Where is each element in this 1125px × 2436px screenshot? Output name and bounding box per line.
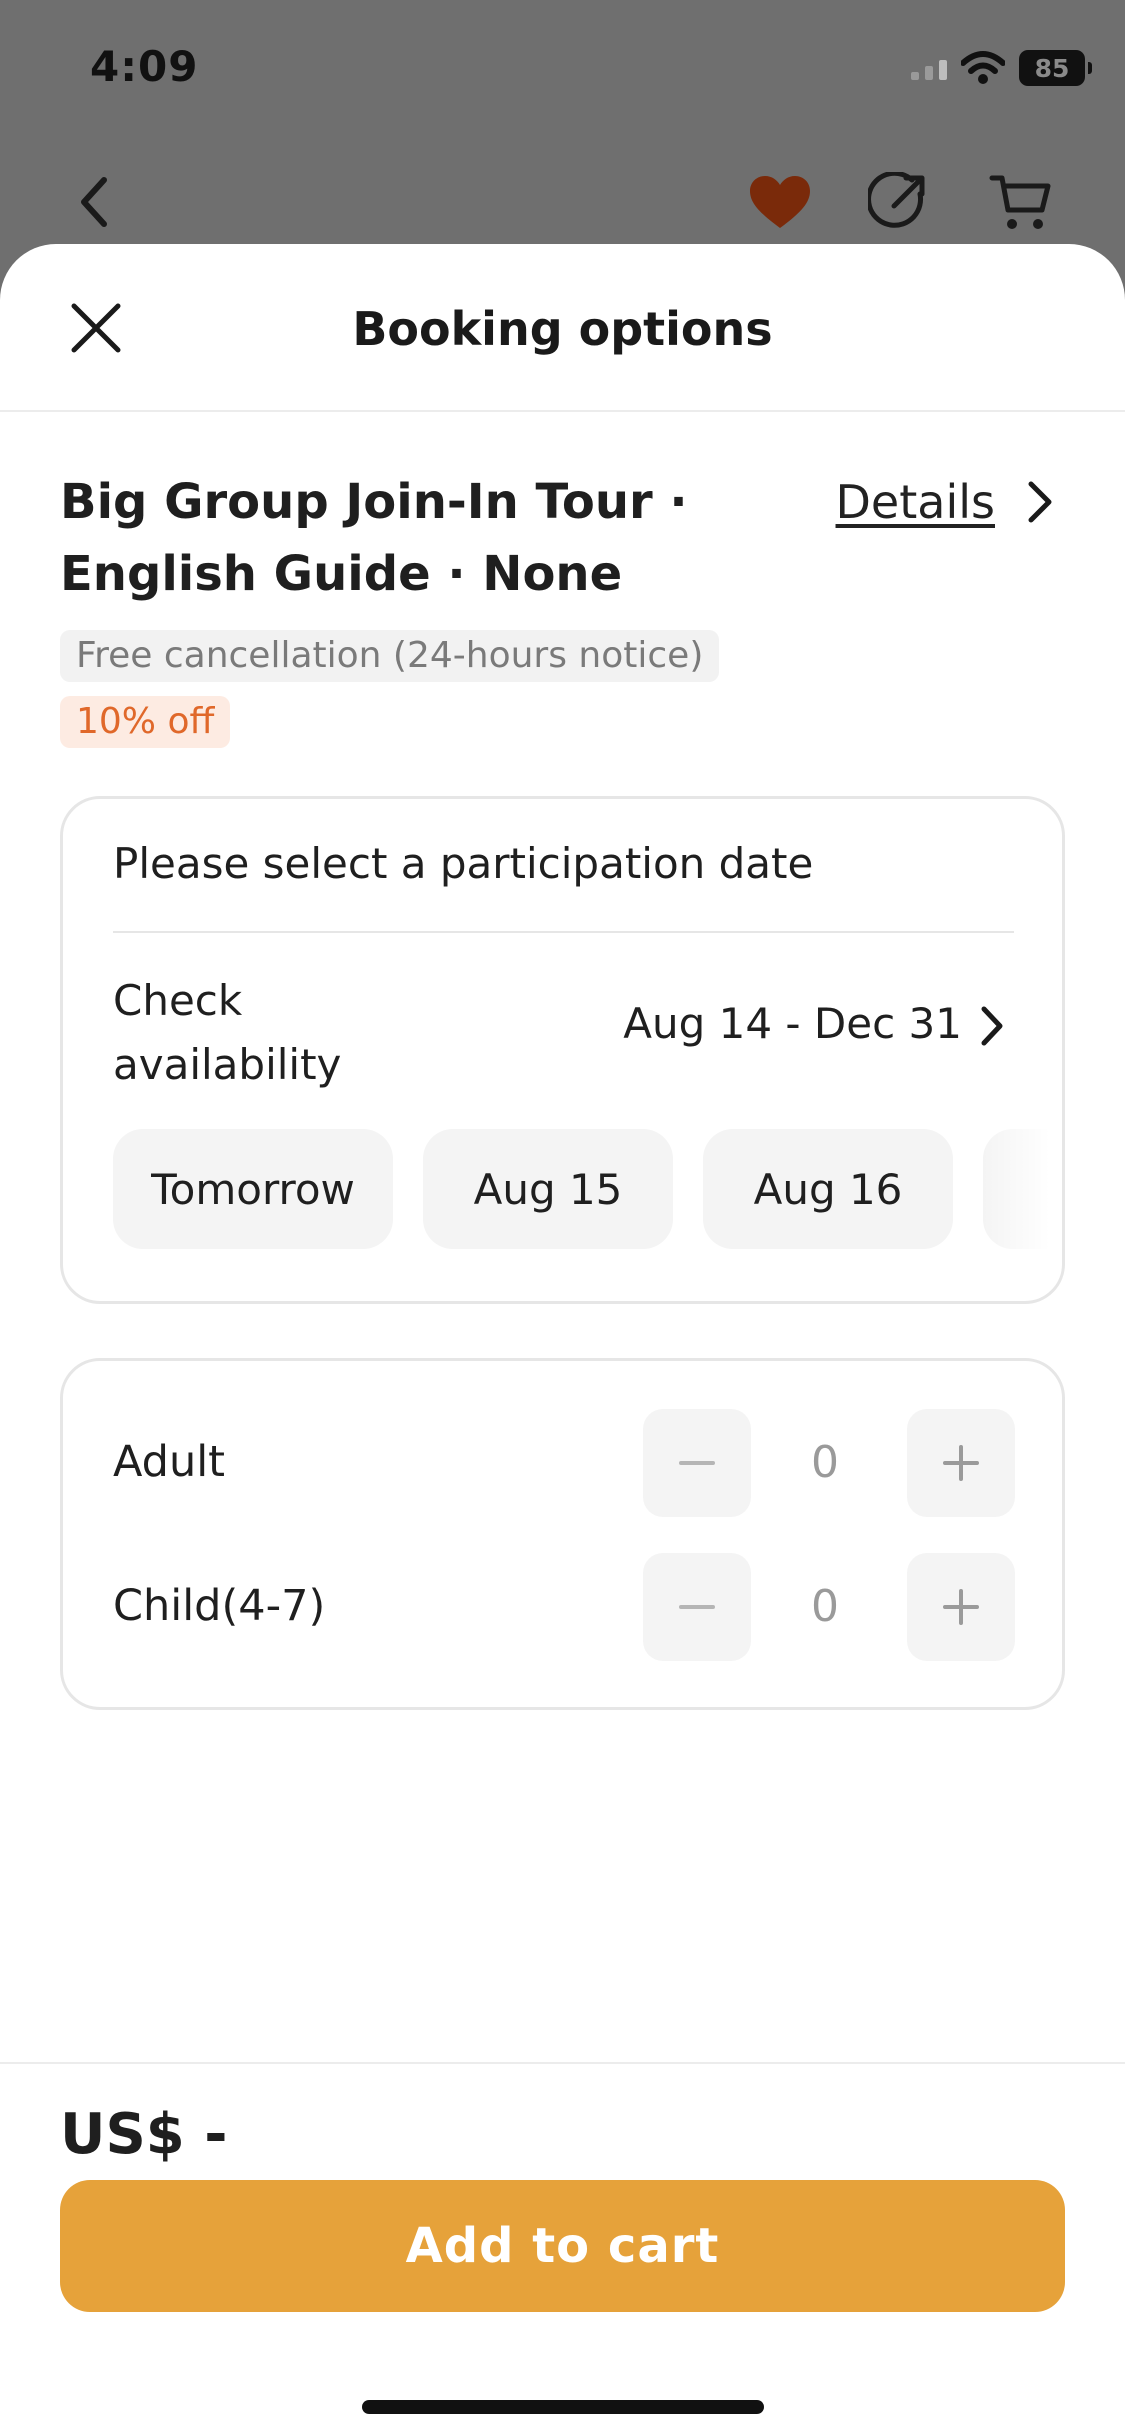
date-chip[interactable]: Aug 15 bbox=[423, 1129, 673, 1249]
package-title: Big Group Join-In Tour · English Guide ·… bbox=[60, 466, 780, 610]
plus-icon bbox=[943, 1589, 979, 1625]
plus-icon bbox=[943, 1445, 979, 1481]
sheet-header: Booking options bbox=[0, 244, 1125, 412]
booking-options-sheet: Booking options Big Group Join-In Tour ·… bbox=[0, 244, 1125, 2436]
quantity-label: Child(4-7) bbox=[113, 1581, 326, 1631]
package-title-line2: English Guide · None bbox=[60, 546, 623, 602]
wifi-icon bbox=[961, 51, 1005, 84]
page-nav bbox=[0, 160, 1125, 240]
free-cancellation-tag: Free cancellation (24-hours notice) bbox=[60, 630, 720, 682]
chevron-left-icon[interactable] bbox=[70, 172, 120, 232]
battery-level: 85 bbox=[1034, 53, 1070, 83]
home-indicator[interactable] bbox=[362, 2400, 764, 2414]
chevron-right-icon[interactable] bbox=[1019, 478, 1059, 526]
minus-icon bbox=[679, 1461, 715, 1465]
chips-fade-overlay bbox=[982, 1129, 1062, 1249]
add-to-cart-button[interactable]: Add to cart bbox=[60, 2180, 1065, 2312]
quantity-card: Adult 0 Child(4-7) 0 bbox=[60, 1358, 1065, 1710]
quantity-value: 0 bbox=[811, 1581, 839, 1632]
quantity-row-adult: Adult 0 bbox=[63, 1409, 1062, 1519]
check-availability-label[interactable]: Check availability bbox=[113, 969, 373, 1097]
package-title-line1: Big Group Join-In Tour · bbox=[60, 474, 688, 530]
status-bar: 4:09 85 bbox=[0, 0, 1125, 140]
package-info: Big Group Join-In Tour · English Guide ·… bbox=[60, 466, 1065, 610]
quantity-row-child: Child(4-7) 0 bbox=[63, 1553, 1062, 1663]
details-link[interactable]: Details bbox=[836, 466, 995, 538]
chevron-right-icon[interactable] bbox=[974, 1003, 1010, 1049]
date-chips: Tomorrow Aug 15 Aug 16 bbox=[113, 1129, 1062, 1249]
status-time: 4:09 bbox=[90, 42, 199, 91]
increment-button[interactable] bbox=[907, 1553, 1015, 1661]
status-icons: 85 bbox=[911, 50, 1092, 86]
date-selection-card: Please select a participation date Check… bbox=[60, 796, 1065, 1304]
decrement-button[interactable] bbox=[643, 1553, 751, 1661]
checkout-footer: US$ - Add to cart bbox=[0, 2062, 1125, 2436]
cart-icon[interactable] bbox=[988, 172, 1052, 232]
increment-button[interactable] bbox=[907, 1409, 1015, 1517]
divider bbox=[113, 931, 1014, 933]
decrement-button[interactable] bbox=[643, 1409, 751, 1517]
date-chip[interactable]: Aug 16 bbox=[703, 1129, 953, 1249]
sheet-title: Booking options bbox=[352, 302, 773, 356]
availability-range[interactable]: Aug 14 - Dec 31 bbox=[623, 999, 962, 1048]
share-icon[interactable] bbox=[868, 172, 928, 232]
minus-icon bbox=[679, 1605, 715, 1609]
total-price: US$ - bbox=[60, 2102, 228, 2167]
date-prompt: Please select a participation date bbox=[113, 839, 814, 888]
heart-icon[interactable] bbox=[748, 174, 812, 230]
battery-icon: 85 bbox=[1019, 50, 1092, 86]
discount-tag: 10% off bbox=[60, 696, 231, 748]
cellular-signal-icon bbox=[911, 56, 947, 80]
quantity-value: 0 bbox=[811, 1437, 839, 1488]
quantity-label: Adult bbox=[113, 1437, 226, 1487]
date-chip-tomorrow[interactable]: Tomorrow bbox=[113, 1129, 393, 1249]
